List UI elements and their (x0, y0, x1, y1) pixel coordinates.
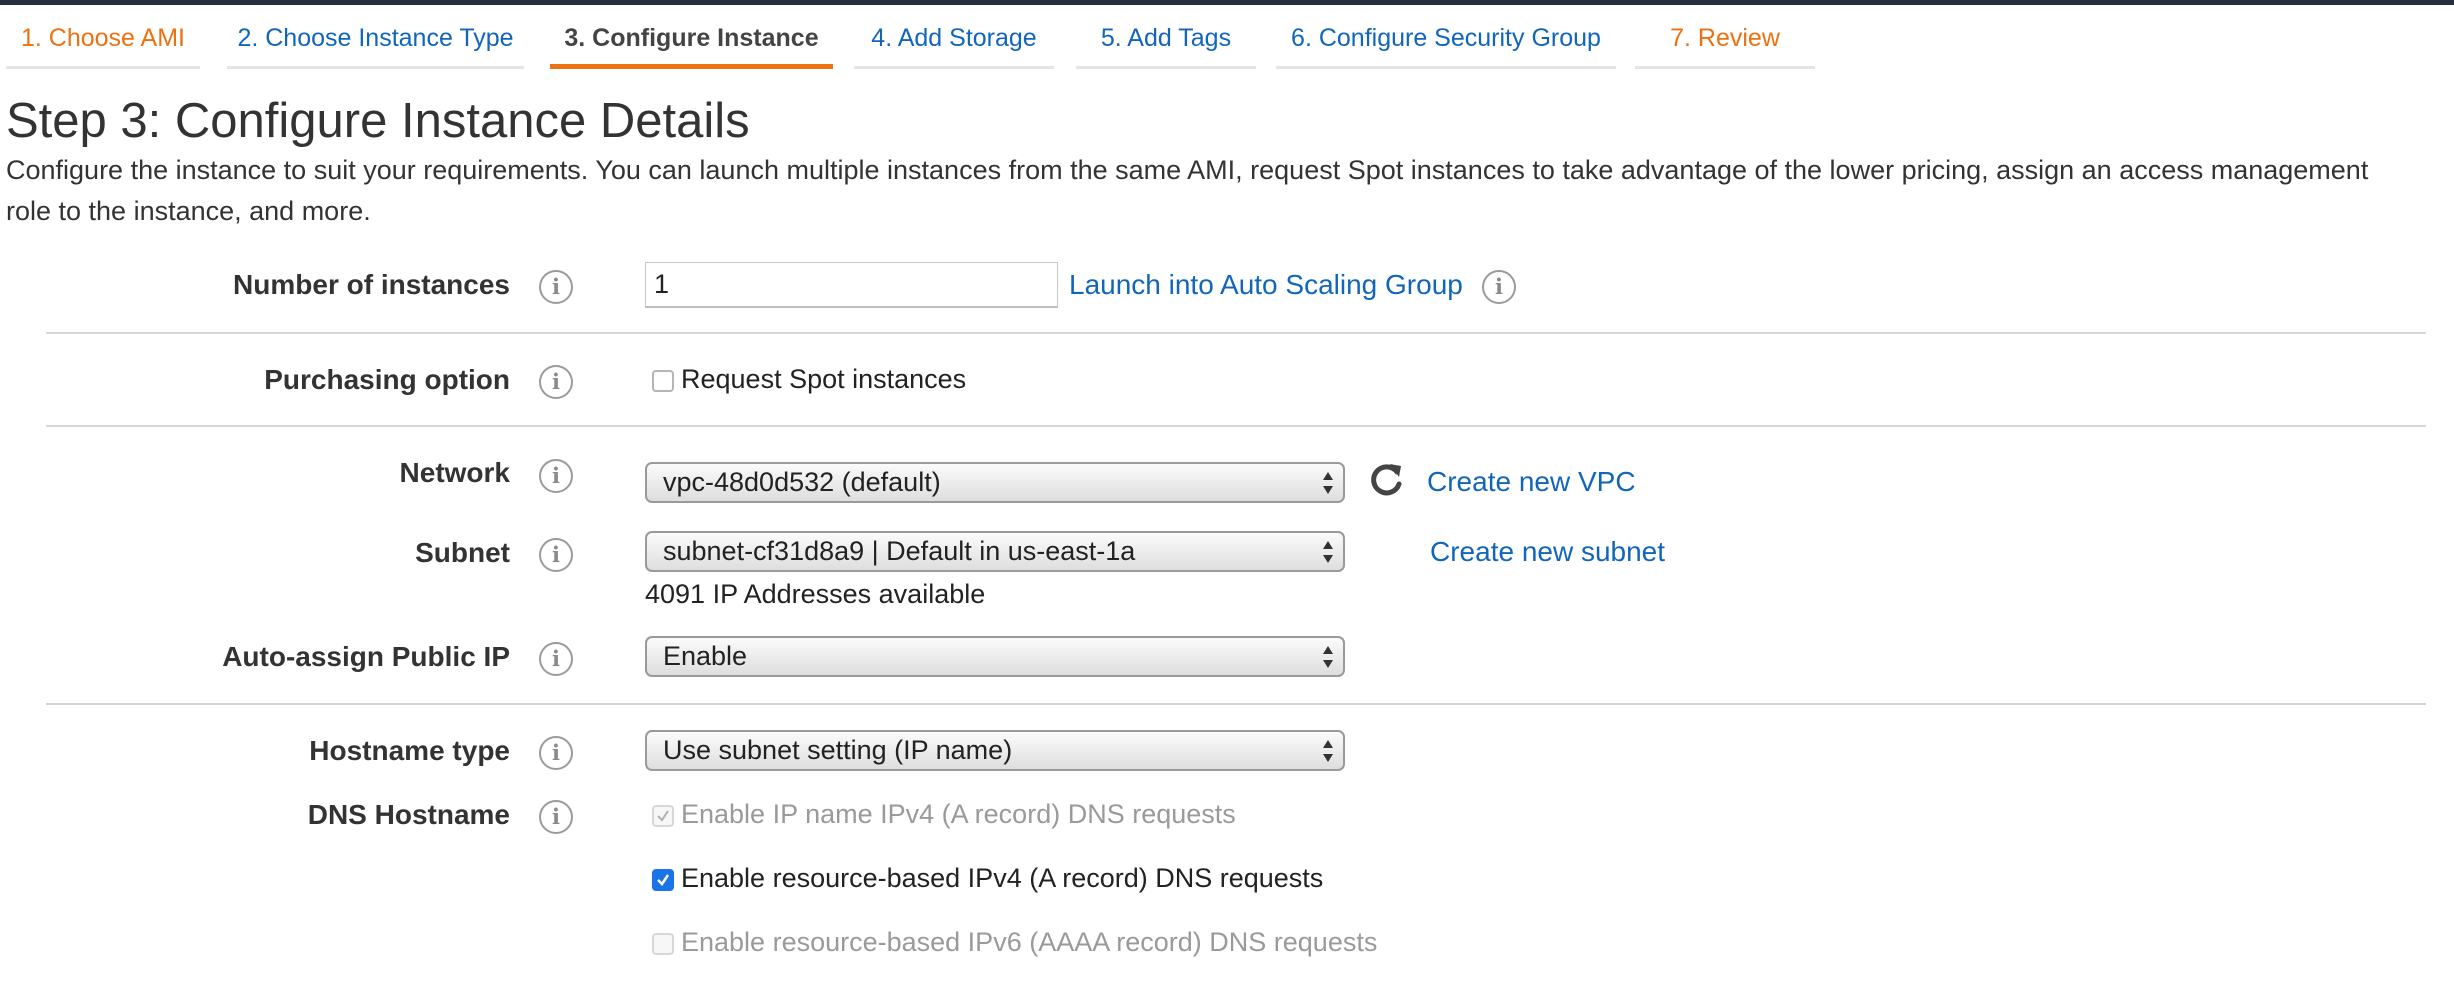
auto-assign-public-ip-value: Enable (663, 641, 748, 671)
hostname-type-select[interactable]: Use subnet setting (IP name) (645, 730, 1345, 771)
tab-add-storage[interactable]: 4. Add Storage (854, 5, 1054, 69)
info-icon[interactable]: i (539, 642, 573, 676)
subnet-label: Subnet (415, 537, 510, 568)
tab-choose-ami[interactable]: 1. Choose AMI (6, 5, 200, 69)
hostname-type-value: Use subnet setting (IP name) (663, 735, 1013, 765)
auto-assign-public-ip-label: Auto-assign Public IP (222, 641, 510, 672)
subnet-select-value: subnet-cf31d8a9 | Default in us-east-1a (663, 536, 1136, 566)
auto-assign-public-ip-select[interactable]: Enable (645, 636, 1345, 677)
enable-ip-name-ipv4-label: Enable IP name IPv4 (A record) DNS reque… (681, 799, 1236, 829)
hostname-type-label: Hostname type (309, 735, 510, 766)
tab-configure-security-group[interactable]: 6. Configure Security Group (1276, 5, 1616, 69)
select-arrows-icon (1323, 541, 1333, 563)
purchasing-option-label: Purchasing option (264, 364, 510, 395)
checkmark-icon (657, 810, 669, 822)
info-icon[interactable]: i (1482, 270, 1516, 304)
info-icon[interactable]: i (539, 270, 573, 304)
subnet-available-addresses: 4091 IP Addresses available (645, 579, 986, 609)
tab-review[interactable]: 7. Review (1635, 5, 1815, 69)
refresh-icon[interactable] (1366, 460, 1406, 500)
enable-resource-based-ipv6-checkbox (652, 933, 674, 955)
subnet-select[interactable]: subnet-cf31d8a9 | Default in us-east-1a (645, 531, 1345, 572)
section-divider (46, 425, 2426, 427)
network-select[interactable]: vpc-48d0d532 (default) (645, 462, 1345, 503)
page-description: Configure the instance to suit your requ… (6, 155, 2369, 226)
tab-choose-instance-type[interactable]: 2. Choose Instance Type (227, 5, 524, 69)
checkmark-icon (657, 874, 670, 886)
section-divider (46, 332, 2426, 334)
info-icon[interactable]: i (539, 538, 573, 572)
create-new-subnet-link[interactable]: Create new subnet (1430, 536, 1665, 568)
info-icon[interactable]: i (539, 736, 573, 770)
dns-hostname-label: DNS Hostname (307, 799, 510, 830)
select-arrows-icon (1323, 740, 1333, 762)
request-spot-instances-label[interactable]: Request Spot instances (681, 364, 966, 395)
section-divider (46, 703, 2426, 705)
info-icon[interactable]: i (539, 365, 573, 399)
info-icon[interactable]: i (539, 459, 573, 493)
create-new-vpc-link[interactable]: Create new VPC (1427, 466, 1636, 498)
info-icon[interactable]: i (539, 800, 573, 834)
page-title: Step 3: Configure Instance Details (6, 94, 750, 148)
launch-into-auto-scaling-group-link[interactable]: Launch into Auto Scaling Group (1069, 269, 1463, 301)
enable-resource-based-ipv4-checkbox[interactable] (652, 869, 674, 891)
enable-resource-based-ipv6-label: Enable resource-based IPv6 (AAAA record)… (681, 927, 1378, 957)
network-label: Network (399, 457, 510, 488)
select-arrows-icon (1323, 646, 1333, 668)
number-of-instances-input[interactable] (645, 262, 1058, 308)
select-arrows-icon (1323, 472, 1333, 494)
enable-ip-name-ipv4-checkbox (652, 805, 674, 827)
tab-add-tags[interactable]: 5. Add Tags (1076, 5, 1256, 69)
network-select-value: vpc-48d0d532 (default) (663, 467, 941, 497)
number-of-instances-label: Number of instances (233, 269, 510, 300)
request-spot-instances-checkbox[interactable] (652, 370, 674, 392)
tab-configure-instance[interactable]: 3. Configure Instance (550, 5, 833, 69)
enable-resource-based-ipv4-label[interactable]: Enable resource-based IPv4 (A record) DN… (681, 863, 1323, 894)
